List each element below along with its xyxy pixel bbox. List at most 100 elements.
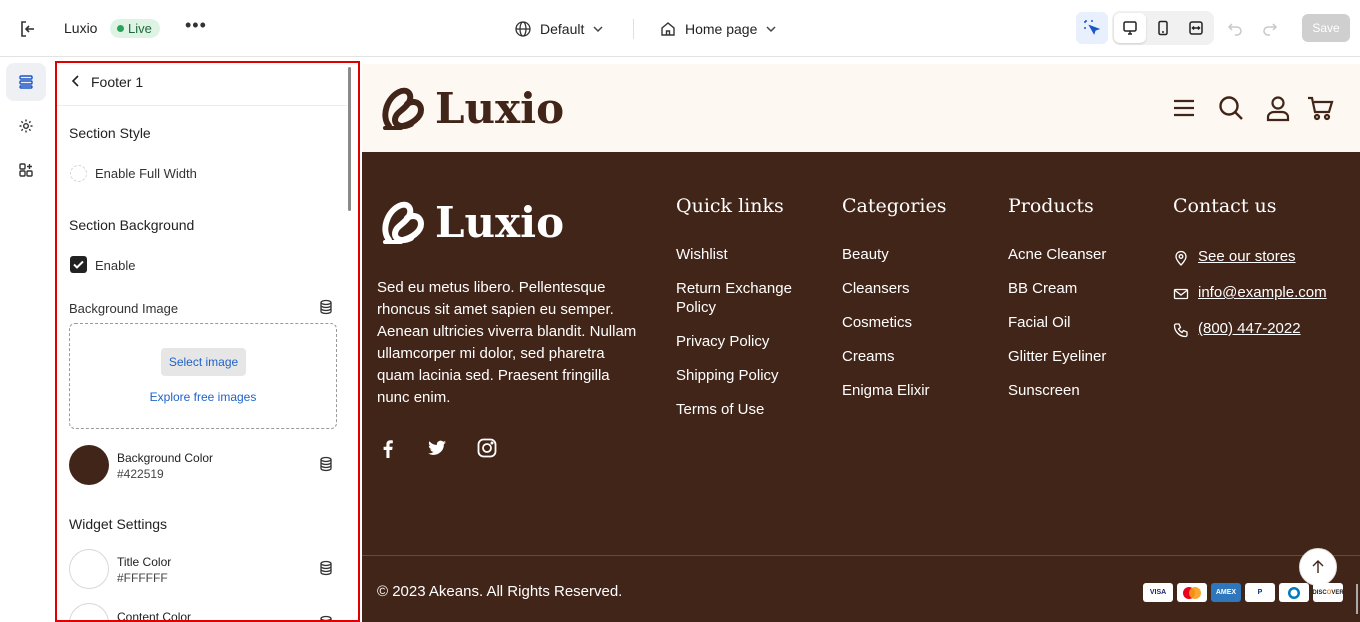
dynamic-source-icon[interactable] [318, 560, 334, 576]
footer-link[interactable]: Sunscreen [1008, 381, 1080, 400]
full-width-label: Enable Full Width [95, 166, 197, 181]
footer-link[interactable]: Shipping Policy [676, 366, 779, 385]
save-button[interactable]: Save [1302, 14, 1350, 42]
site-header: Luxio [362, 64, 1360, 152]
scroll-to-top-button[interactable] [1299, 548, 1337, 586]
chevron-down-icon [593, 26, 603, 33]
footer-link[interactable]: BB Cream [1008, 279, 1077, 298]
diners-club-icon [1279, 583, 1309, 602]
amex-card-icon: AMEX [1211, 583, 1241, 602]
panel-scrollbar[interactable] [348, 67, 351, 211]
chevron-down-icon [766, 26, 776, 33]
device-toggle-group [1112, 11, 1214, 45]
mobile-icon[interactable] [1147, 13, 1179, 43]
editor-topbar: Luxio Live ••• Default Home page Save [0, 0, 1360, 57]
menu-icon[interactable] [1170, 94, 1198, 122]
footer-link[interactable]: Terms of Use [676, 400, 764, 419]
explore-free-images-link[interactable]: Explore free images [70, 390, 336, 404]
background-image-label: Background Image [69, 301, 179, 316]
phone-link[interactable]: (800) 447-2022 [1198, 320, 1301, 337]
store-name: Luxio [64, 20, 98, 36]
footer-link[interactable]: Creams [842, 347, 895, 366]
inspector-cursor-icon[interactable] [1076, 12, 1108, 44]
mail-icon [1173, 286, 1189, 302]
search-icon[interactable] [1217, 94, 1245, 122]
title-color-swatch[interactable] [69, 549, 109, 589]
title-color-label: Title Color [117, 555, 172, 569]
more-horizontal-icon[interactable]: ••• [185, 16, 207, 37]
enable-background-checkbox[interactable] [70, 256, 87, 273]
background-color-swatch[interactable] [69, 445, 109, 485]
background-color-label: Background Color [117, 451, 214, 465]
panel-title: Footer 1 [91, 74, 144, 90]
instagram-icon[interactable] [476, 437, 498, 459]
arrow-up-icon [1312, 560, 1324, 573]
account-icon[interactable] [1264, 94, 1292, 122]
store-locator-link[interactable]: See our stores [1198, 248, 1296, 265]
cart-icon[interactable] [1306, 94, 1334, 122]
brand-name: Luxio [435, 83, 565, 133]
brand-mark-icon [382, 201, 425, 244]
twitter-icon[interactable] [426, 437, 448, 459]
full-width-checkbox[interactable] [70, 165, 87, 182]
enable-background-label: Enable [95, 258, 136, 273]
footer-column-title: Categories [842, 195, 947, 217]
footer-link[interactable]: Beauty [842, 245, 889, 264]
dynamic-source-icon[interactable] [318, 299, 334, 315]
footer-link[interactable]: Enigma Elixir [842, 381, 930, 400]
footer-link[interactable]: Glitter Eyeliner [1008, 347, 1106, 366]
apps-icon[interactable] [6, 151, 46, 189]
widget-settings-heading: Widget Settings [69, 516, 168, 532]
footer-link[interactable]: Acne Cleanser [1008, 245, 1106, 264]
section-style-heading: Section Style [69, 125, 151, 141]
select-image-button[interactable]: Select image [161, 348, 246, 376]
sections-icon[interactable] [6, 63, 46, 101]
footer-link[interactable]: Wishlist [676, 245, 728, 264]
section-background-heading: Section Background [69, 217, 195, 233]
dynamic-source-icon[interactable] [318, 615, 334, 620]
section-settings-panel: Footer 1 Section Style Enable Full Width… [55, 61, 360, 622]
theme-label: Default [540, 21, 585, 37]
settings-gear-icon[interactable] [6, 107, 46, 145]
footer-column-title: Products [1008, 195, 1094, 217]
page-label: Home page [685, 21, 758, 37]
exit-icon[interactable] [18, 19, 38, 39]
footer-about-text: Sed eu metus libero. Pellentesque rhoncu… [377, 279, 637, 406]
footer-column-title: Quick links [676, 195, 784, 217]
chevron-left-icon[interactable] [69, 73, 83, 89]
home-icon [661, 22, 675, 36]
footer-link[interactable]: Facial Oil [1008, 313, 1071, 332]
fullscreen-icon[interactable] [1180, 13, 1212, 43]
paypal-icon: P [1245, 583, 1275, 602]
brand-mark-icon [382, 87, 425, 130]
background-color-value: #422519 [117, 467, 164, 481]
image-dropzone[interactable]: Select image Explore free images [69, 323, 337, 429]
site-logo[interactable]: Luxio [377, 82, 564, 134]
phone-icon [1173, 322, 1189, 338]
divider [633, 19, 634, 39]
footer-column-title: Contact us [1173, 195, 1277, 217]
status-badge: Live [110, 19, 160, 38]
footer-link[interactable]: Return Exchange Policy [676, 279, 816, 317]
title-color-value: #FFFFFF [117, 571, 168, 585]
email-link[interactable]: info@example.com [1198, 284, 1327, 301]
content-color-label: Content Color [117, 610, 192, 622]
footer-logo[interactable]: Luxio [377, 196, 564, 248]
footer-link[interactable]: Cleansers [842, 279, 910, 298]
footer-link[interactable]: Cosmetics [842, 313, 912, 332]
undo-icon[interactable] [1226, 19, 1244, 37]
theme-selector[interactable]: Default [514, 18, 604, 40]
desktop-icon[interactable] [1114, 13, 1146, 43]
page-selector[interactable]: Home page [659, 18, 777, 40]
facebook-icon[interactable] [377, 437, 399, 459]
sidebar-rail [0, 57, 53, 622]
brand-name: Luxio [435, 197, 565, 247]
footer-link[interactable]: Privacy Policy [676, 332, 769, 351]
content-color-swatch[interactable] [69, 603, 109, 620]
dynamic-source-icon[interactable] [318, 456, 334, 472]
visa-card-icon: VISA [1143, 583, 1173, 602]
preview-scrollbar[interactable] [1356, 584, 1358, 614]
redo-icon[interactable] [1261, 19, 1279, 37]
panel-header: Footer 1 [57, 63, 347, 106]
footer-divider [362, 555, 1360, 556]
